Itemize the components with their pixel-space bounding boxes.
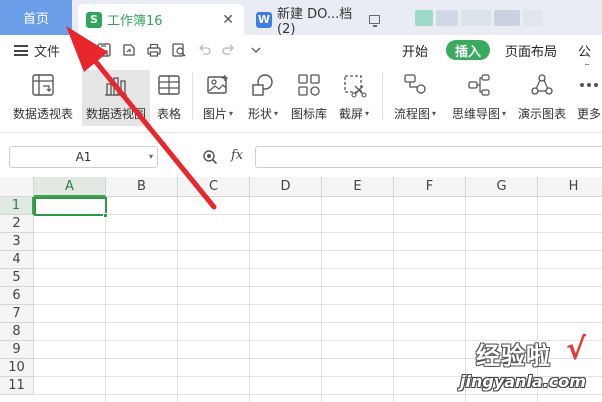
ribbon-divider bbox=[192, 73, 193, 119]
more-button[interactable]: 更多 bbox=[574, 70, 602, 126]
presentation-chart-icon bbox=[529, 72, 555, 98]
column-header-b[interactable]: B bbox=[106, 177, 178, 197]
file-menu[interactable]: 文件 bbox=[14, 41, 60, 60]
icon-library-icon bbox=[296, 72, 322, 98]
table-label: 表格 bbox=[156, 107, 181, 121]
row-header-5[interactable]: 5 bbox=[0, 269, 34, 287]
spreadsheet-icon: S bbox=[86, 11, 102, 28]
more-icon bbox=[576, 72, 602, 98]
row-header-9[interactable]: 9 bbox=[0, 341, 34, 359]
name-box-value: A1 bbox=[75, 150, 92, 164]
chevron-down-icon: ▾ bbox=[274, 109, 279, 118]
pivot-table-icon bbox=[30, 72, 56, 98]
formula-bar: A1 ▾ fx bbox=[0, 140, 602, 174]
cell-area[interactable] bbox=[34, 197, 602, 402]
row-header-3[interactable]: 3 bbox=[0, 233, 34, 251]
more-label: 更多 bbox=[576, 107, 601, 121]
print-preview-icon[interactable] bbox=[171, 42, 187, 58]
pivot-table-label: 数据透视表 bbox=[12, 107, 73, 121]
tab-home[interactable]: 开始 bbox=[402, 41, 428, 60]
row-header-7[interactable]: 7 bbox=[0, 305, 34, 323]
presentation-chart-button[interactable]: 演示图表 bbox=[514, 70, 570, 126]
tab-label: 工作簿16 bbox=[107, 14, 163, 29]
ribbon-toolbar: 数据透视表 数据透视图 表格 图片 ▾ 形状 ▾ 图标库 截屏 ▾ 流程图 ▾ … bbox=[0, 65, 602, 133]
icon-library-label: 图标库 bbox=[290, 107, 327, 121]
row-header-4[interactable]: 4 bbox=[0, 251, 34, 269]
screenshot-label: 截屏 bbox=[338, 107, 363, 121]
redo-icon[interactable] bbox=[221, 42, 237, 58]
shape-button[interactable]: 形状 ▾ bbox=[242, 70, 284, 126]
chevron-down-icon: ▾ bbox=[502, 109, 507, 118]
hamburger-icon bbox=[14, 45, 28, 56]
column-header-e[interactable]: E bbox=[322, 177, 394, 197]
chevron-down-icon: ▾ bbox=[229, 109, 234, 118]
file-menu-label: 文件 bbox=[34, 45, 61, 60]
customize-toolbar-icon[interactable] bbox=[248, 42, 264, 58]
menu-bar: 文件 开始 插入 页面布局 公式 bbox=[0, 35, 602, 79]
flowchart-button[interactable]: 流程图 ▾ bbox=[388, 70, 442, 126]
document-icon: W bbox=[256, 11, 272, 28]
tab-workbook16[interactable]: S 工作簿16 ✕ bbox=[78, 4, 244, 35]
column-header-d[interactable]: D bbox=[250, 177, 322, 197]
formula-input[interactable] bbox=[255, 146, 602, 168]
shape-label: 形状 bbox=[247, 107, 272, 121]
chevron-down-icon: ▾ bbox=[365, 109, 370, 118]
row-header-8[interactable]: 8 bbox=[0, 323, 34, 341]
home-tab[interactable]: 首页 bbox=[0, 0, 72, 35]
zoom-icon[interactable] bbox=[202, 149, 218, 165]
tab-label: 新建 DO...档 (2) bbox=[277, 6, 353, 37]
mindmap-label: 思维导图 bbox=[451, 107, 500, 121]
chevron-down-icon: ▾ bbox=[432, 109, 437, 118]
select-all-corner[interactable] bbox=[0, 177, 34, 197]
column-header-f[interactable]: F bbox=[394, 177, 466, 197]
active-cell[interactable] bbox=[34, 197, 107, 216]
fill-handle[interactable] bbox=[103, 213, 108, 218]
name-box[interactable]: A1 ▾ bbox=[9, 146, 158, 168]
column-header-g[interactable]: G bbox=[466, 177, 538, 197]
picture-label: 图片 bbox=[202, 107, 227, 121]
row-header-10[interactable]: 10 bbox=[0, 359, 34, 377]
close-icon[interactable]: ✕ bbox=[222, 12, 234, 28]
pivot-table-button[interactable]: 数据透视表 bbox=[10, 70, 76, 126]
picture-button[interactable]: 图片 ▾ bbox=[198, 70, 238, 126]
column-header-h[interactable]: H bbox=[538, 177, 602, 197]
ribbon-divider bbox=[382, 73, 383, 119]
tab-new-document[interactable]: W 新建 DO...档 (2) bbox=[248, 4, 380, 37]
row-header-1[interactable]: 1 bbox=[0, 197, 34, 215]
pivot-chart-icon bbox=[103, 72, 129, 98]
flowchart-label: 流程图 bbox=[393, 107, 430, 121]
mindmap-button[interactable]: 思维导图 ▾ bbox=[448, 70, 510, 126]
spreadsheet-grid: ABCDEFGH 1 2 3 4 5 6 7 8 9 10 11 bbox=[0, 177, 602, 402]
column-header-a[interactable]: A bbox=[34, 177, 106, 197]
row-header-11[interactable]: 11 bbox=[0, 377, 34, 395]
mindmap-icon bbox=[466, 72, 492, 98]
table-button[interactable]: 表格 bbox=[152, 70, 186, 126]
monitor-icon bbox=[369, 15, 380, 27]
screenshot-button[interactable]: 截屏 ▾ bbox=[334, 70, 374, 126]
screenshot-icon bbox=[341, 72, 367, 98]
undo-icon[interactable] bbox=[196, 42, 212, 58]
icon-library-button[interactable]: 图标库 bbox=[288, 70, 330, 126]
chevron-down-icon[interactable]: ▾ bbox=[149, 152, 153, 161]
print-icon[interactable] bbox=[146, 42, 162, 58]
fx-icon[interactable]: fx bbox=[231, 148, 243, 163]
column-header-c[interactable]: C bbox=[178, 177, 250, 197]
pivot-chart-button[interactable]: 数据透视图 bbox=[82, 70, 150, 126]
blurred-tab[interactable] bbox=[415, 6, 555, 30]
save-icon[interactable] bbox=[96, 42, 112, 58]
export-icon[interactable] bbox=[121, 42, 137, 58]
row-header-6[interactable]: 6 bbox=[0, 287, 34, 305]
flowchart-icon bbox=[402, 72, 428, 98]
shape-icon bbox=[250, 72, 276, 98]
table-icon bbox=[156, 72, 182, 98]
tab-page-layout[interactable]: 页面布局 bbox=[505, 41, 557, 60]
row-header-2[interactable]: 2 bbox=[0, 215, 34, 233]
tab-insert[interactable]: 插入 bbox=[446, 40, 491, 60]
presentation-chart-label: 演示图表 bbox=[517, 107, 566, 121]
tab-bar: 首页 S 工作簿16 ✕ W 新建 DO...档 (2) bbox=[0, 0, 602, 37]
picture-icon bbox=[205, 72, 231, 98]
pivot-chart-label: 数据透视图 bbox=[85, 107, 146, 121]
